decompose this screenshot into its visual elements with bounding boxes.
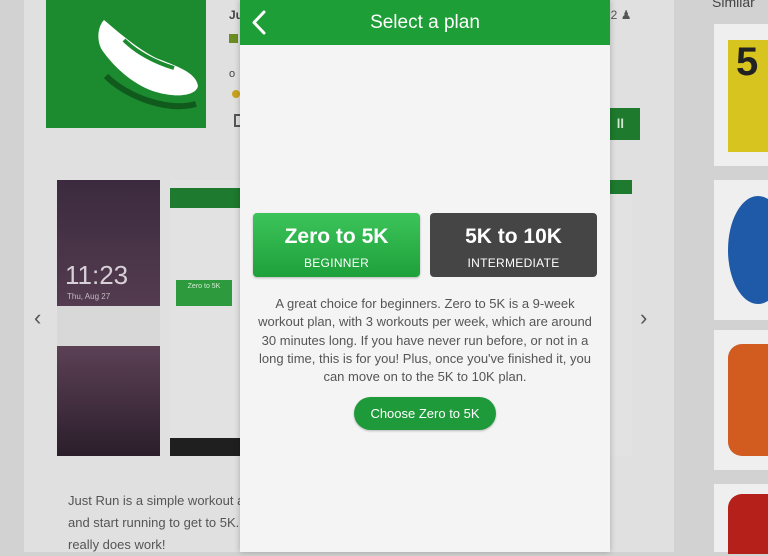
dialog-title: Select a plan bbox=[370, 12, 480, 33]
screenshot-date: Thu, Aug 27 bbox=[67, 292, 111, 301]
plan-5k-to-10k-button[interactable]: 5K to 10K INTERMEDIATE bbox=[430, 213, 597, 277]
screenshot-lockscreen: 11:23 Thu, Aug 27 bbox=[57, 180, 160, 456]
plan-zero-to-5k-button[interactable]: Zero to 5K BEGINNER bbox=[253, 213, 420, 277]
screenshot-plan-box: Zero to 5K bbox=[176, 280, 232, 306]
rating-dot bbox=[232, 90, 240, 98]
plan-name: 5K to 10K bbox=[465, 225, 562, 248]
screenshot-clock: 11:23 bbox=[65, 260, 129, 290]
screenshot-navbar bbox=[170, 438, 242, 456]
screenshot-partial bbox=[610, 180, 632, 456]
similar-app-thumb bbox=[714, 330, 768, 470]
screenshot-header bbox=[170, 188, 242, 208]
similar-app-thumb: 5 bbox=[714, 24, 768, 166]
dialog-header: Select a plan bbox=[240, 0, 610, 45]
shoe-icon bbox=[98, 20, 198, 110]
similar-apps-heading: Similar bbox=[712, 0, 755, 10]
developer-badge bbox=[229, 34, 238, 43]
plan-description: A great choice for beginners. Zero to 5K… bbox=[258, 296, 592, 385]
choose-plan-button[interactable]: Choose Zero to 5K bbox=[354, 397, 496, 430]
screenshot-header bbox=[610, 180, 632, 194]
gallery-next-icon: › bbox=[640, 305, 648, 330]
plan-level: BEGINNER bbox=[303, 256, 370, 270]
similar-app-thumb bbox=[714, 484, 768, 554]
back-button[interactable] bbox=[246, 6, 278, 39]
app-meta: o bbox=[229, 68, 236, 80]
plan-level: INTERMEDIATE bbox=[467, 256, 560, 270]
screenshot-app: Zero to 5K bbox=[170, 180, 242, 456]
screenshot-notification bbox=[57, 306, 160, 346]
plan-name: Zero to 5K bbox=[284, 225, 389, 248]
app-icon bbox=[46, 0, 206, 128]
gallery-prev-icon: ‹ bbox=[34, 305, 42, 330]
similar-app-thumb bbox=[714, 180, 768, 320]
chevron-left-icon bbox=[252, 10, 266, 35]
select-plan-dialog: Select a plan Zero to 5K BEGINNER 5K to … bbox=[240, 0, 610, 552]
